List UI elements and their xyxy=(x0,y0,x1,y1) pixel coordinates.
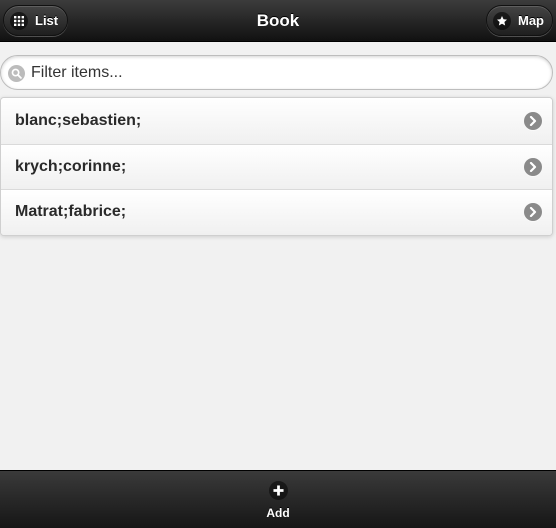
footer-bar: Add xyxy=(0,470,556,528)
list-item-label: Matrat;fabrice; xyxy=(15,203,127,221)
add-button[interactable]: Add xyxy=(0,471,556,528)
plus-icon xyxy=(268,480,288,500)
page-title: Book xyxy=(256,11,300,30)
search-icon xyxy=(8,65,25,82)
list-item[interactable]: blanc;sebastien; xyxy=(1,98,552,144)
star-icon xyxy=(493,11,511,30)
map-button[interactable]: Map xyxy=(486,5,553,36)
chevron-right-icon xyxy=(524,157,542,176)
list-item[interactable]: krych;corinne; xyxy=(1,143,552,189)
add-button-label: Add xyxy=(266,505,290,520)
map-button-label: Map xyxy=(518,13,544,28)
filter-input[interactable] xyxy=(31,56,541,89)
header-bar: List Book Map xyxy=(0,0,556,42)
list-item[interactable]: Matrat;fabrice; xyxy=(1,189,552,235)
app: List Book Map blanc;sebastien; xyxy=(0,0,556,528)
chevron-right-icon xyxy=(524,203,542,222)
contacts-list: blanc;sebastien; krych;corinne; Matrat;f… xyxy=(0,97,553,236)
search-bar xyxy=(0,55,553,90)
list-item-label: blanc;sebastien; xyxy=(15,111,142,129)
list-item-label: krych;corinne; xyxy=(15,157,127,175)
chevron-right-icon xyxy=(524,111,542,130)
